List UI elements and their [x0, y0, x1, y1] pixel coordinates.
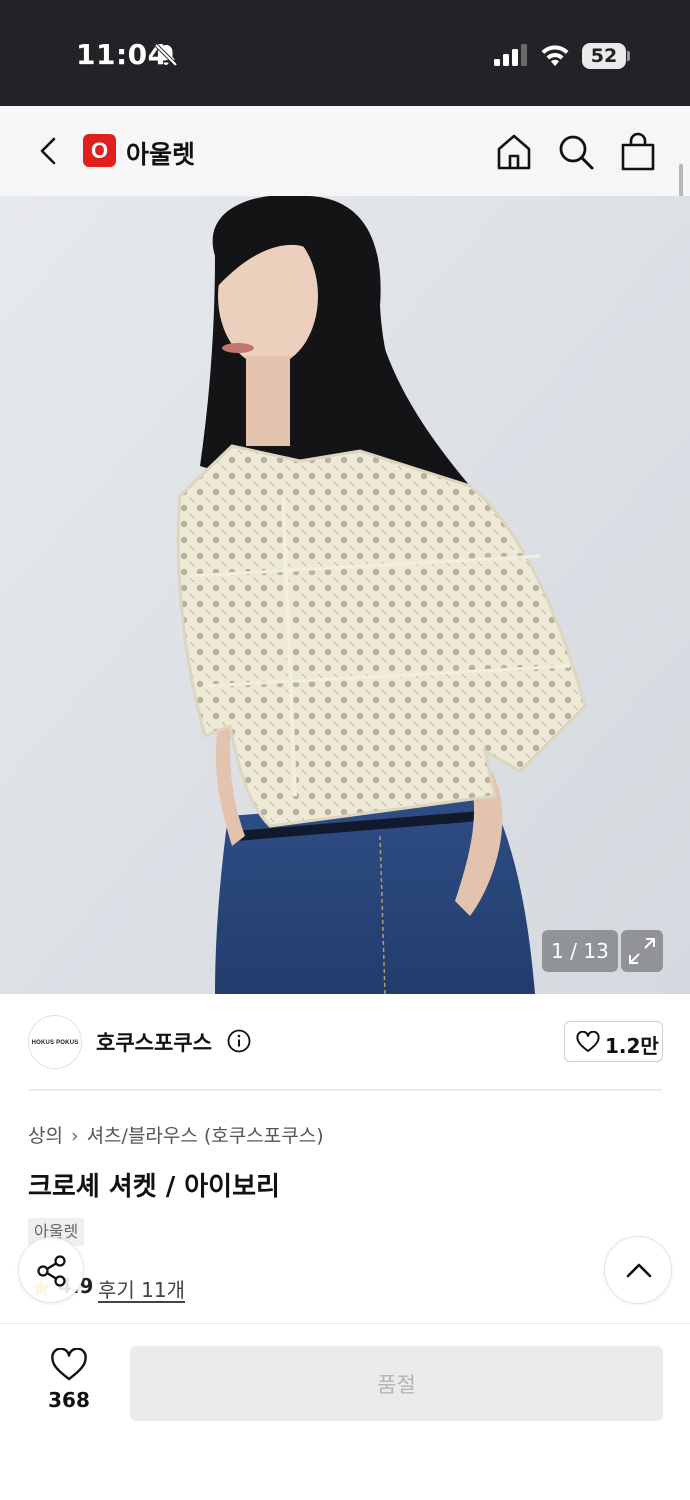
- divider: [28, 1089, 662, 1091]
- page-title[interactable]: 아울렛: [126, 135, 195, 171]
- share-button[interactable]: [18, 1237, 84, 1303]
- wifi-icon: [541, 45, 569, 66]
- breadcrumb-separator-icon: ›: [70, 1125, 79, 1147]
- expand-button[interactable]: [621, 930, 663, 972]
- wish-count: 368: [48, 1388, 90, 1412]
- breadcrumb: 상의 › 셔츠/블라우스 (호쿠스포쿠스): [28, 1121, 324, 1148]
- share-icon: [37, 1255, 66, 1287]
- brand-logo[interactable]: HOKUS POKUS: [28, 1015, 82, 1069]
- back-arrow-icon[interactable]: [32, 134, 66, 168]
- brand-like-count: 1.2만: [605, 1034, 659, 1058]
- bell-muted-icon: [154, 43, 178, 67]
- heart-outline-icon[interactable]: [50, 1348, 88, 1382]
- sold-out-button[interactable]: 품절: [130, 1346, 663, 1421]
- outlet-logo[interactable]: O: [83, 134, 116, 167]
- product-title: 크로셰 셔켓 / 아이보리: [28, 1172, 280, 1202]
- expand-icon: [629, 938, 655, 964]
- heart-outline-icon: [576, 1031, 600, 1052]
- breadcrumb-subcategory[interactable]: 셔츠/블라우스 (호쿠스포쿠스): [87, 1121, 324, 1148]
- product-photo: [0, 196, 690, 994]
- shopping-bag-icon[interactable]: [618, 131, 658, 173]
- scroll-top-button[interactable]: [604, 1236, 672, 1304]
- brand-like-button[interactable]: 1.2만: [564, 1021, 663, 1062]
- review-link[interactable]: 후기 11개: [98, 1274, 185, 1303]
- status-bar: 11:04 52: [0, 0, 690, 106]
- brand-name[interactable]: 호쿠스포쿠스: [96, 1027, 212, 1057]
- product-image[interactable]: [0, 196, 690, 994]
- battery-level: 52: [582, 43, 626, 69]
- breadcrumb-category[interactable]: 상의: [28, 1121, 63, 1148]
- home-icon[interactable]: [494, 132, 534, 172]
- chevron-up-icon: [626, 1263, 652, 1278]
- battery-cap: [627, 51, 630, 61]
- search-icon[interactable]: [556, 132, 596, 172]
- battery-icon: 52: [582, 43, 630, 69]
- image-counter: 1 / 13: [542, 930, 618, 972]
- info-icon[interactable]: [227, 1029, 251, 1053]
- app-header: O 아울렛: [0, 106, 690, 196]
- signal-icon: [494, 44, 527, 66]
